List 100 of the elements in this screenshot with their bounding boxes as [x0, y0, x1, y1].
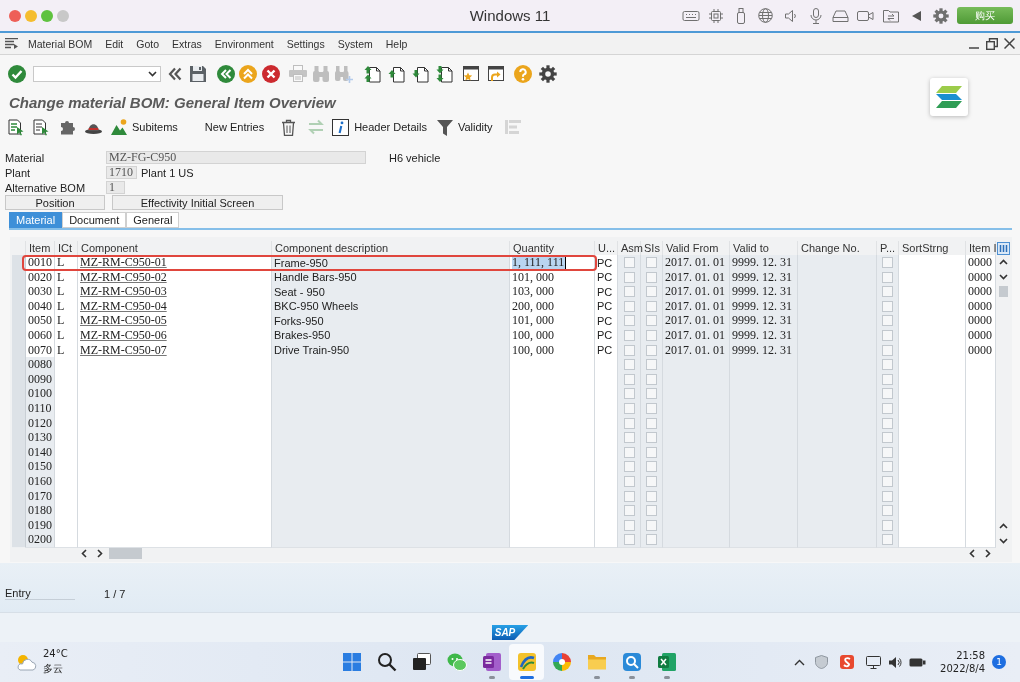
- input-field[interactable]: PC: [595, 313, 618, 330]
- checkbox[interactable]: [623, 417, 635, 429]
- checkbox[interactable]: [646, 432, 657, 444]
- checkbox[interactable]: [623, 432, 635, 444]
- checkbox[interactable]: [882, 402, 893, 414]
- input-field[interactable]: 0000: [966, 284, 996, 301]
- checkbox[interactable]: [646, 315, 657, 327]
- checkbox[interactable]: [646, 329, 657, 341]
- checkbox[interactable]: [623, 300, 635, 312]
- drive-icon[interactable]: [832, 9, 849, 22]
- checkbox[interactable]: [882, 417, 893, 429]
- chip-icon[interactable]: [708, 8, 723, 23]
- page-arrow-down-icon[interactable]: [412, 64, 429, 83]
- input-field[interactable]: L: [55, 284, 78, 301]
- column-header[interactable]: Quantity: [510, 241, 595, 255]
- checkbox[interactable]: [623, 257, 635, 268]
- column-header[interactable]: Component: [78, 241, 272, 255]
- command-field[interactable]: [33, 65, 161, 82]
- checkbox[interactable]: [623, 359, 635, 371]
- chevron-up-icon[interactable]: [793, 658, 805, 666]
- tab[interactable]: Document: [62, 212, 127, 228]
- chevron-right-icon[interactable]: [97, 549, 103, 559]
- input-field[interactable]: 1710: [106, 166, 137, 179]
- checkbox[interactable]: [646, 417, 657, 429]
- notification-badge[interactable]: 1: [992, 655, 1006, 669]
- input-field[interactable]: PC: [595, 255, 618, 271]
- input-field[interactable]: 0000: [966, 255, 996, 271]
- checkbox[interactable]: [882, 373, 893, 385]
- sun-cloud-icon[interactable]: [15, 653, 37, 671]
- chevron-down-icon[interactable]: [999, 273, 1008, 280]
- camera-icon[interactable]: [857, 9, 874, 22]
- checkbox[interactable]: [646, 257, 657, 268]
- layers-icon[interactable]: [930, 78, 968, 116]
- chevron-down-icon[interactable]: [999, 537, 1008, 544]
- tab[interactable]: General: [126, 212, 180, 228]
- microphone-icon[interactable]: [809, 7, 822, 24]
- magnifier-tile-icon[interactable]: [621, 652, 642, 672]
- color-wheel-icon[interactable]: [551, 652, 572, 672]
- checkbox[interactable]: [646, 446, 657, 458]
- document-arrow-icon[interactable]: [8, 118, 24, 136]
- checkbox[interactable]: [623, 286, 635, 298]
- menu-icon[interactable]: [5, 38, 18, 49]
- keyboard-icon[interactable]: [681, 8, 700, 23]
- checkbox[interactable]: [623, 402, 635, 414]
- usb-icon[interactable]: [735, 7, 746, 24]
- trash-icon[interactable]: [281, 118, 297, 136]
- input-field[interactable]: 1: [106, 181, 125, 194]
- checkbox[interactable]: [882, 286, 893, 298]
- caret-icon[interactable]: [148, 70, 157, 77]
- cancel-icon[interactable]: [262, 64, 280, 83]
- scrollbar-thumb[interactable]: [999, 286, 1008, 297]
- checkbox[interactable]: [623, 461, 635, 473]
- folder-arrows-icon[interactable]: [882, 8, 899, 23]
- swoosh-tile-icon[interactable]: [516, 652, 537, 672]
- fullscreen-icon[interactable]: [41, 9, 53, 22]
- checkbox[interactable]: [882, 388, 893, 400]
- menu-item[interactable]: Help: [385, 37, 408, 50]
- settings-icon[interactable]: [932, 7, 949, 24]
- column-header[interactable]: ICt: [55, 241, 78, 255]
- checkbox[interactable]: [882, 475, 893, 487]
- document-pointer-icon[interactable]: [33, 118, 49, 136]
- input-field[interactable]: 0000: [966, 313, 996, 330]
- action-button[interactable]: Effectivity Initial Screen: [112, 195, 283, 210]
- checkbox[interactable]: [882, 344, 893, 356]
- checkbox[interactable]: [882, 329, 893, 341]
- help-icon[interactable]: [514, 64, 532, 83]
- toolbar-button[interactable]: New Entries: [204, 121, 265, 133]
- checkbox[interactable]: [882, 505, 893, 517]
- menu-item[interactable]: Settings: [286, 37, 325, 50]
- close-icon[interactable]: [1004, 38, 1015, 49]
- column-settings-icon[interactable]: [997, 241, 1010, 255]
- checkbox[interactable]: [646, 271, 657, 283]
- globe-icon[interactable]: [758, 8, 773, 23]
- input-field[interactable]: [899, 532, 966, 549]
- checkbox[interactable]: [623, 329, 635, 341]
- input-field[interactable]: MZ-RM-C950-03: [78, 284, 272, 301]
- input-field[interactable]: L: [55, 313, 78, 330]
- check-icon[interactable]: [8, 64, 26, 83]
- chat-bubbles-icon[interactable]: [446, 652, 467, 672]
- input-field[interactable]: [510, 532, 595, 549]
- scrollbar-thumb[interactable]: [109, 548, 142, 560]
- checkbox[interactable]: [623, 446, 635, 458]
- checkbox[interactable]: [646, 534, 657, 546]
- checkbox[interactable]: [646, 373, 657, 385]
- checkbox[interactable]: [646, 505, 657, 517]
- input-field[interactable]: PC: [595, 284, 618, 301]
- checkbox[interactable]: [623, 271, 635, 283]
- column-header[interactable]: Item: [26, 241, 55, 255]
- input-field[interactable]: 103, 000: [510, 284, 595, 301]
- checkbox[interactable]: [646, 461, 657, 473]
- back-icon[interactable]: [217, 64, 235, 83]
- page-arrows-down-icon[interactable]: [436, 64, 453, 83]
- monitor-icon[interactable]: [865, 655, 881, 669]
- chevrons-up-icon[interactable]: [239, 64, 257, 83]
- save-icon[interactable]: [190, 65, 206, 82]
- checkbox[interactable]: [623, 490, 635, 502]
- checkbox[interactable]: [646, 402, 657, 414]
- checkbox[interactable]: [882, 534, 893, 546]
- mountain-icon[interactable]: [111, 119, 127, 135]
- checkbox[interactable]: [882, 432, 893, 444]
